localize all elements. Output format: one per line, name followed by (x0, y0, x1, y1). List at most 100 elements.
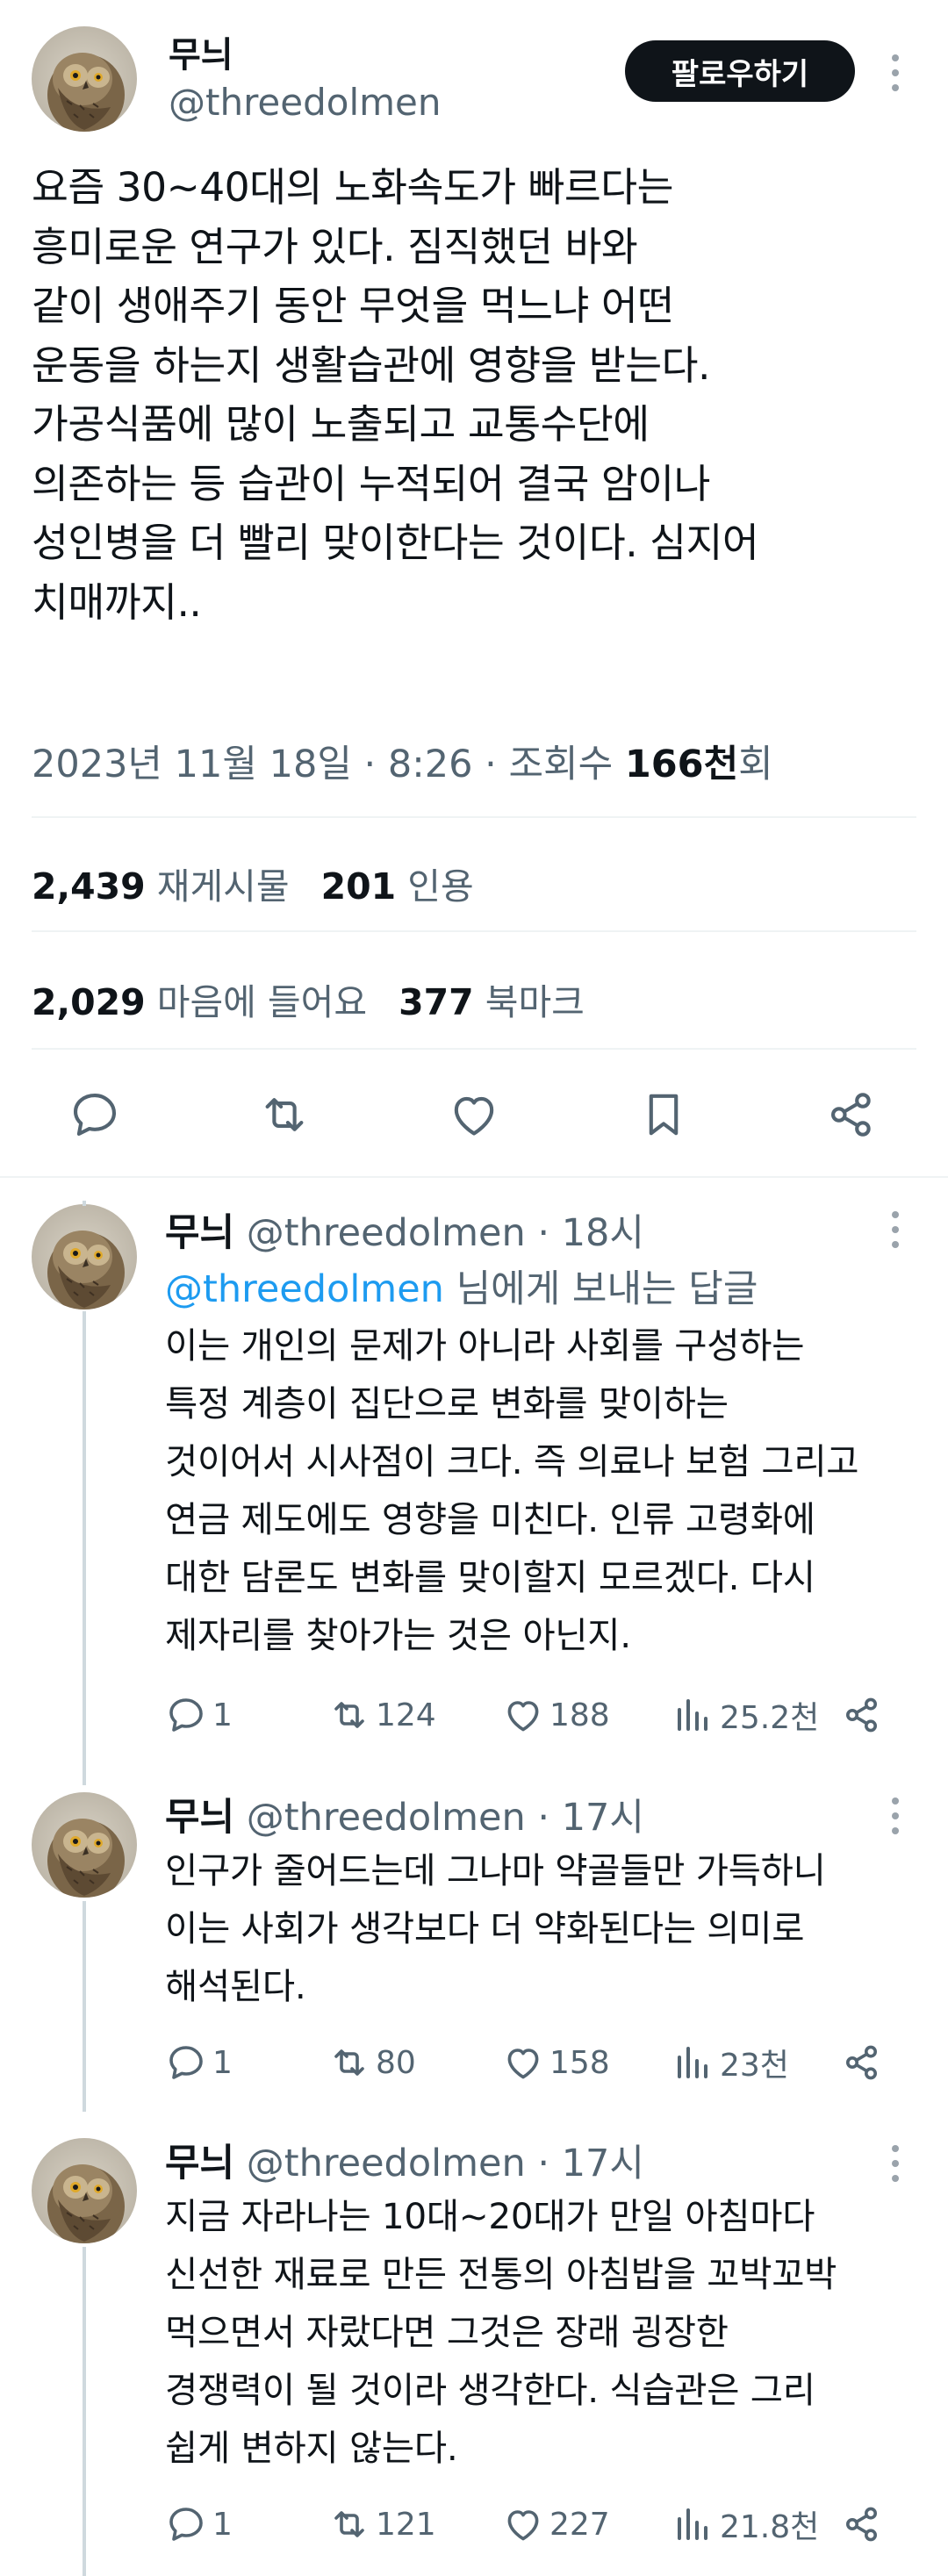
share-icon (831, 1093, 871, 1137)
reply-author-handle[interactable]: @threedolmen · 18시 (247, 1211, 644, 1255)
reply-icon (169, 2508, 203, 2541)
divider (32, 930, 916, 932)
share-button[interactable] (841, 1689, 888, 1741)
replying-to: @threedolmen 님에게 보내는 답글 (165, 1259, 758, 1313)
like-button[interactable]: 158 (502, 2036, 610, 2089)
share-icon (846, 2045, 877, 2080)
reply-count: 1 (212, 2044, 233, 2081)
post-action-bar (0, 1080, 948, 1150)
bookmarks-label: 북마크 (485, 981, 585, 1023)
repost-button[interactable]: 80 (328, 2036, 416, 2089)
heart-icon (507, 2049, 539, 2079)
view-count: 21.8천 (720, 2509, 820, 2545)
more-dots-icon[interactable] (892, 1797, 901, 1842)
bookmarks-count: 377 (399, 981, 474, 1023)
quotes-count: 201 (320, 865, 397, 908)
reposts-count: 2,439 (32, 865, 146, 908)
share-button[interactable] (841, 2498, 888, 2551)
view-count-suffix: 회 (738, 743, 773, 786)
repost-button[interactable] (249, 1080, 320, 1150)
like-button[interactable] (439, 1080, 509, 1150)
reply-count: 1 (212, 1697, 233, 1733)
divider (32, 816, 916, 818)
view-count: 23천 (720, 2048, 789, 2084)
view-count: 166천 (624, 743, 739, 786)
post-meta: 2023년 11월 18일 · 8:26 · 조회수 166천회 (32, 734, 773, 788)
divider (32, 1048, 916, 1050)
reply-avatar[interactable] (32, 1204, 137, 1310)
repost-button[interactable]: 124 (328, 1689, 436, 1741)
reply-button[interactable]: 1 (165, 2036, 233, 2089)
heart-icon (507, 2510, 539, 2541)
thread-connector (83, 1901, 86, 2112)
reply-icon (169, 2046, 203, 2079)
more-dots-icon[interactable] (892, 54, 901, 99)
reply-author-name[interactable]: 무늬 (165, 1796, 234, 1840)
repost-count: 124 (376, 1697, 436, 1733)
reposts-stat[interactable]: 2,439 재게시물 (32, 865, 290, 908)
replying-to-link[interactable]: @threedolmen (165, 1267, 444, 1311)
reply-button[interactable]: 1 (165, 2498, 233, 2551)
owl-avatar-image (32, 1792, 137, 1898)
reply-avatar[interactable] (32, 1792, 137, 1898)
author-handle[interactable]: @threedolmen (169, 81, 442, 124)
reply-text: 이는 개인의 문제가 아니라 사회를 구성하는 특정 계층이 집단으로 변화를 … (165, 1324, 859, 1656)
reposts-label: 재게시물 (156, 865, 290, 908)
views-chart-icon (678, 1699, 707, 1731)
owl-avatar-image (32, 1204, 137, 1310)
more-dots-icon[interactable] (892, 2145, 901, 2190)
like-count: 227 (549, 2506, 610, 2543)
share-button[interactable] (816, 1080, 887, 1150)
reply-author-name[interactable]: 무늬 (165, 1211, 234, 1255)
repost-icon (334, 2049, 364, 2076)
owl-avatar-image (32, 26, 137, 132)
reply-icon (169, 1698, 203, 1732)
view-count: 25.2천 (720, 1700, 820, 1736)
reply-header: 무늬 @threedolmen · 18시 (165, 1202, 644, 1257)
likes-count: 2,029 (32, 981, 146, 1023)
reply-icon (73, 1093, 117, 1137)
more-dots-icon[interactable] (892, 1211, 901, 1256)
views-button[interactable]: 21.8천 (672, 2498, 819, 2551)
reply-count: 1 (212, 2506, 233, 2543)
bookmarks-stat[interactable]: 377 북마크 (399, 981, 585, 1023)
reply-header: 무늬 @threedolmen · 17시 (165, 1787, 644, 1841)
reply-author-handle[interactable]: @threedolmen · 17시 (247, 2142, 644, 2185)
share-icon (846, 2507, 877, 2542)
reply-author-name[interactable]: 무늬 (165, 2142, 234, 2185)
views-button[interactable]: 23천 (672, 2036, 789, 2089)
post-timestamp[interactable]: 2023년 11월 18일 · 8:26 · 조회수 (32, 743, 625, 786)
heart-icon (454, 1096, 494, 1136)
reply-action-bar: 1 124 188 25.2천 (165, 1689, 902, 1741)
repost-icon (265, 1098, 304, 1131)
author-avatar[interactable] (32, 26, 137, 132)
heart-icon (507, 1701, 539, 1732)
reply-button[interactable] (60, 1080, 130, 1150)
share-button[interactable] (841, 2036, 888, 2089)
thread-connector (83, 1636, 86, 1785)
bookmark-button[interactable] (628, 1080, 699, 1150)
like-button[interactable]: 227 (502, 2498, 610, 2551)
reply-author-handle[interactable]: @threedolmen · 17시 (247, 1796, 644, 1840)
views-chart-icon (678, 2047, 707, 2078)
bookmark-icon (649, 1094, 679, 1136)
reply-avatar[interactable] (32, 2138, 137, 2243)
author-name[interactable]: 무늬 (169, 26, 233, 77)
repost-button[interactable]: 121 (328, 2498, 436, 2551)
repost-count: 80 (376, 2044, 416, 2081)
post-text: 요즘 30~40대의 노화속도가 빠르다는 흥미로운 연구가 있다. 짐직했던 … (32, 164, 759, 626)
share-icon (846, 1697, 877, 1733)
like-count: 158 (549, 2044, 610, 2081)
reply-header: 무늬 @threedolmen · 17시 (165, 2133, 644, 2187)
repost-icon (334, 2511, 364, 2537)
quotes-label: 인용 (407, 865, 474, 908)
views-button[interactable]: 25.2천 (672, 1689, 819, 1741)
repost-icon (334, 1702, 364, 1728)
quotes-stat[interactable]: 201 인용 (321, 865, 474, 908)
follow-button[interactable]: 팔로우하기 (625, 40, 855, 102)
replying-to-label: 님에게 보내는 답글 (443, 1267, 758, 1311)
reply-text: 지금 자라나는 10대~20대가 만일 아침마다 신선한 재료로 만든 전통의 … (165, 2195, 837, 2469)
reply-button[interactable]: 1 (165, 1689, 233, 1741)
like-button[interactable]: 188 (502, 1689, 610, 1741)
likes-stat[interactable]: 2,029 마음에 들어요 (32, 981, 367, 1023)
